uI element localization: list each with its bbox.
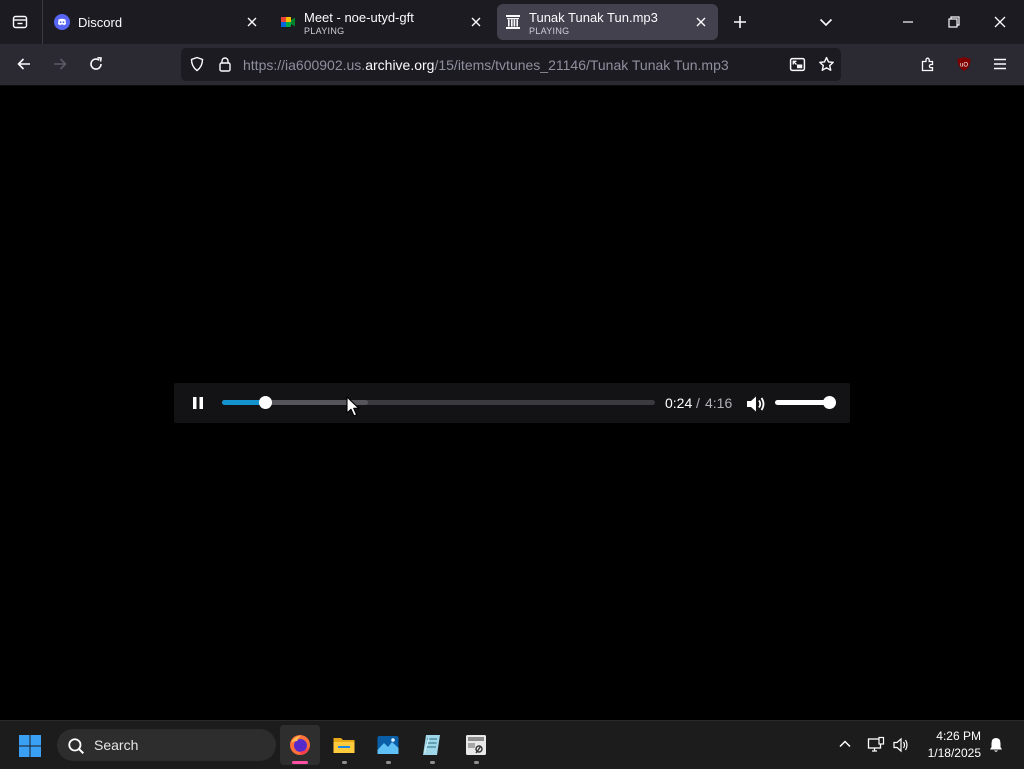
close-window-button[interactable] xyxy=(984,6,1016,38)
puzzle-piece-icon xyxy=(921,57,934,72)
taskbar-app-photos[interactable] xyxy=(368,725,408,765)
picture-in-picture-icon[interactable] xyxy=(789,56,806,73)
running-indicator xyxy=(430,761,435,764)
firefox-view-button[interactable] xyxy=(4,6,36,38)
total-duration: 4:16 xyxy=(705,395,733,411)
search-icon xyxy=(68,738,85,755)
windows-start-icon[interactable] xyxy=(16,732,44,760)
close-tab-icon[interactable] xyxy=(693,14,709,30)
reload-button[interactable] xyxy=(80,48,112,80)
current-time: 0:24 xyxy=(665,395,693,411)
taskbar-app-file-explorer[interactable] xyxy=(324,725,364,765)
tab-divider xyxy=(42,0,43,44)
bookmark-star-icon[interactable] xyxy=(818,56,835,73)
forward-arrow-icon xyxy=(54,58,67,70)
plus-icon xyxy=(734,16,746,28)
mouse-cursor-icon xyxy=(346,396,360,417)
url-text[interactable]: https://ia600902.us.archive.org/15/items… xyxy=(243,57,729,73)
close-tab-icon[interactable] xyxy=(468,14,484,30)
restore-icon xyxy=(948,16,960,28)
notepad-icon xyxy=(423,735,440,755)
taskbar-app-firefox[interactable] xyxy=(280,725,320,765)
forward-button[interactable] xyxy=(44,48,76,80)
navigation-toolbar: https://ia600902.us.archive.org/15/items… xyxy=(0,44,1024,86)
extensions-button[interactable] xyxy=(912,48,944,80)
ublock-origin-button[interactable]: uO xyxy=(948,48,980,80)
minimize-button[interactable] xyxy=(892,6,924,38)
tracking-protection-shield-icon[interactable] xyxy=(189,56,205,72)
running-indicator xyxy=(386,761,391,764)
audio-player: 0:24 / 4:16 xyxy=(174,383,850,423)
running-indicator xyxy=(292,761,308,764)
clock-date[interactable]: 1/18/2025 xyxy=(928,746,981,760)
taskbar-app-snipping-tool[interactable] xyxy=(456,725,496,765)
back-button[interactable] xyxy=(8,48,40,80)
url-prefix: https://ia600902.us. xyxy=(243,57,366,73)
minimize-icon xyxy=(903,21,913,23)
firefox-view-icon xyxy=(12,15,28,29)
tab-discord[interactable]: Discord xyxy=(46,4,268,40)
taskbar: Search 4:26 PM 1/18/2025 xyxy=(0,720,1024,769)
close-tab-icon[interactable] xyxy=(244,14,260,30)
tab-playing-label: PLAYING xyxy=(304,26,345,36)
url-path: /15/items/tvtunes_21146/Tunak Tunak Tun.… xyxy=(434,57,729,73)
internet-archive-icon xyxy=(506,15,520,29)
close-icon xyxy=(994,16,1006,28)
speaker-volume-icon[interactable] xyxy=(744,393,768,415)
address-bar[interactable]: https://ia600902.us.archive.org/15/items… xyxy=(181,48,841,81)
running-indicator xyxy=(474,761,479,764)
volume-icon[interactable] xyxy=(892,736,910,754)
taskbar-search-box[interactable]: Search xyxy=(57,729,276,761)
reload-icon xyxy=(90,57,102,70)
search-placeholder: Search xyxy=(94,737,139,753)
photos-icon xyxy=(377,736,399,754)
app-menu-button[interactable] xyxy=(984,48,1016,80)
chevron-down-icon xyxy=(819,18,833,27)
ublock-origin-icon: uO xyxy=(957,57,971,71)
firefox-icon xyxy=(290,735,310,755)
pause-button[interactable] xyxy=(184,391,212,415)
lock-icon[interactable] xyxy=(217,56,233,72)
tab-tunak-tunak-tun[interactable]: Tunak Tunak Tun.mp3 PLAYING xyxy=(497,4,718,40)
seek-slider-thumb[interactable] xyxy=(258,396,272,409)
volume-slider[interactable] xyxy=(775,396,836,409)
show-hidden-icons-chevron-icon[interactable] xyxy=(837,736,853,752)
list-all-tabs-button[interactable] xyxy=(810,6,842,38)
tab-title: Discord xyxy=(78,15,123,30)
clock-time[interactable]: 4:26 PM xyxy=(936,729,981,743)
time-separator: / xyxy=(696,395,700,411)
new-tab-button[interactable] xyxy=(724,6,756,38)
hamburger-menu-icon xyxy=(994,58,1006,70)
tab-playing-label: PLAYING xyxy=(529,26,570,36)
network-icon[interactable] xyxy=(867,736,885,754)
seek-slider[interactable] xyxy=(222,396,655,409)
file-explorer-icon xyxy=(333,738,355,753)
running-indicator xyxy=(342,761,347,764)
url-domain: archive.org xyxy=(365,57,435,73)
google-meet-icon xyxy=(281,17,295,27)
back-arrow-icon xyxy=(17,58,30,70)
restore-button[interactable] xyxy=(938,6,970,38)
discord-icon xyxy=(54,14,70,30)
svg-text:uO: uO xyxy=(960,63,968,69)
tab-title: Meet - noe-utyd-gft xyxy=(304,10,414,25)
tab-meet[interactable]: Meet - noe-utyd-gft PLAYING xyxy=(272,4,494,40)
tab-strip: Discord Meet - noe-utyd-gft PLAYING Tuna… xyxy=(0,0,1024,44)
taskbar-app-notepad[interactable] xyxy=(412,725,452,765)
snipping-tool-icon xyxy=(466,735,486,755)
volume-slider-thumb[interactable] xyxy=(823,396,836,409)
notification-bell-icon[interactable] xyxy=(987,736,1005,754)
tab-title: Tunak Tunak Tun.mp3 xyxy=(529,10,658,25)
